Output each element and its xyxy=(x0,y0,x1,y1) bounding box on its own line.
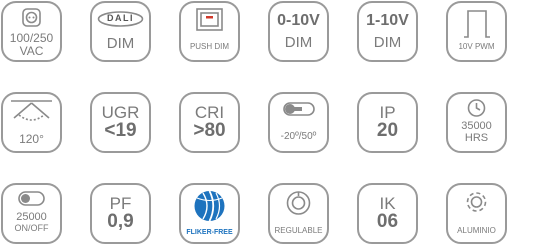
tile-pwm: 10V PWM xyxy=(446,1,507,62)
tile-beam-angle: 120° xyxy=(1,92,62,153)
tile-switching-cycles: 25000 ON/OFF xyxy=(1,183,62,244)
ugr-label: UGR xyxy=(101,103,140,122)
ugr-value: <19 xyxy=(104,120,137,141)
pf-value: 0,9 xyxy=(107,211,134,232)
push-switch-icon xyxy=(196,8,223,31)
lifetime-hours-unit: HRS xyxy=(464,132,489,144)
spec-icon-grid: 100/250 VAC DALI DIM PUSH DIM 0-10V DIM … xyxy=(0,0,537,248)
cri-value: >80 xyxy=(193,120,226,141)
tile-lifetime-hours: 35000 HRS xyxy=(446,92,507,153)
tile-ik: IK 06 xyxy=(357,183,418,244)
pwm-text: 10V PWM xyxy=(458,42,495,51)
tile-1-10v: 1-10V DIM xyxy=(357,1,418,62)
dali-dim-text: DIM xyxy=(106,35,135,52)
dimmable-text: REGULABLE xyxy=(274,226,323,235)
tile-dali: DALI DIM xyxy=(90,1,151,62)
tile-ugr: UGR <19 xyxy=(90,92,151,153)
push-dim-text: PUSH DIM xyxy=(189,42,230,51)
beam-angle-text: 120° xyxy=(19,132,44,146)
tile-dimmable: REGULABLE xyxy=(268,183,329,244)
tile-0-10v: 0-10V DIM xyxy=(268,1,329,62)
v110-dim-text: DIM xyxy=(373,34,402,51)
aluminium-text: ALUMINIO xyxy=(457,226,496,235)
ip-label: IP xyxy=(379,103,396,122)
pf-label: PF xyxy=(109,194,132,213)
tile-power: 100/250 VAC xyxy=(1,1,62,62)
ip-value: 20 xyxy=(376,120,399,141)
ik-value: 06 xyxy=(376,211,399,232)
tile-flicker-free: FLIKER-FREE xyxy=(179,183,240,244)
dali-logo-text: DALI xyxy=(107,13,134,23)
v110-range-text: 1-10V xyxy=(366,12,409,29)
temperature-range-text: -20º/50º xyxy=(280,131,317,142)
flicker-free-text: FLIKER-FREE xyxy=(186,229,233,236)
power-unit-text: VAC xyxy=(19,44,44,58)
tile-ip: IP 20 xyxy=(357,92,418,153)
switching-cycles-value: 25000 xyxy=(16,211,47,223)
power-voltage-text: 100/250 xyxy=(9,31,54,45)
ik-label: IK xyxy=(379,194,396,213)
tile-power-factor: PF 0,9 xyxy=(90,183,151,244)
switching-cycles-unit: ON/OFF xyxy=(14,223,49,233)
cri-label: CRI xyxy=(194,103,225,122)
v010-dim-text: DIM xyxy=(284,34,313,51)
pwm-wave-icon xyxy=(464,10,490,38)
v010-range-text: 0-10V xyxy=(277,12,320,29)
tile-temperature: -20º/50º xyxy=(268,92,329,153)
tile-cri: CRI >80 xyxy=(179,92,240,153)
tile-push-dim: PUSH DIM xyxy=(179,1,240,62)
tile-aluminium: ALUMINIO xyxy=(446,183,507,244)
lifetime-hours-value: 35000 xyxy=(461,120,492,132)
thermometer-icon xyxy=(283,102,315,116)
